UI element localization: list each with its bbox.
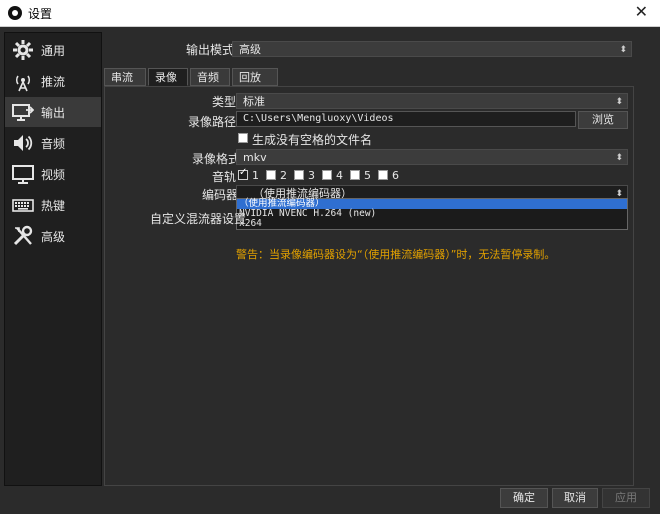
no-space-filename-label: 生成没有空格的文件名	[252, 133, 373, 147]
sidebar-item-label: 音频	[41, 136, 66, 151]
sidebar-item-label: 推流	[41, 74, 66, 89]
close-button[interactable]: ✕	[635, 2, 648, 22]
sidebar-item-label: 通用	[41, 43, 66, 58]
tools-icon	[11, 224, 35, 248]
sidebar-item-label: 输出	[41, 105, 66, 120]
sidebar-item-audio[interactable]: 音频	[5, 128, 101, 158]
track-6-checkbox[interactable]	[378, 170, 388, 180]
window-title: 设置	[28, 7, 53, 21]
type-select[interactable]: 标准 ⬍	[236, 93, 628, 109]
track-1-checkbox[interactable]	[238, 167, 248, 180]
encoder-label: 编码器	[202, 188, 239, 202]
tab-replay-buffer[interactable]: 回放缓存	[232, 68, 278, 102]
output-icon	[11, 100, 35, 124]
tab-label: 录像	[155, 71, 177, 84]
obs-logo-icon	[8, 6, 22, 20]
recording-format-label: 录像格式	[192, 152, 241, 166]
tab-label: 音频	[197, 71, 219, 84]
gear-icon	[11, 38, 35, 62]
track-5-label: 5	[364, 169, 371, 182]
track-6-label: 6	[392, 169, 399, 182]
sidebar-item-output[interactable]: 输出	[5, 97, 101, 127]
sidebar-item-label: 视频	[41, 167, 66, 182]
no-space-filename-checkbox[interactable]	[238, 133, 248, 143]
speaker-icon	[11, 131, 35, 155]
track-5-checkbox[interactable]	[350, 170, 360, 180]
browse-button[interactable]: 浏览	[578, 111, 628, 129]
cancel-button[interactable]: 取消	[552, 488, 598, 508]
ok-button[interactable]: 确定	[500, 488, 548, 508]
audio-track-label: 音轨	[212, 170, 237, 184]
track-2-checkbox[interactable]	[266, 170, 276, 180]
track-4-checkbox[interactable]	[322, 170, 332, 180]
track-3-label: 3	[308, 169, 315, 182]
tab-audio[interactable]: 音频	[190, 68, 230, 86]
sidebar-item-video[interactable]: 视频	[5, 159, 101, 189]
updown-arrow-icon: ⬍	[619, 45, 627, 55]
type-value: 标准	[243, 95, 265, 108]
recording-path-input[interactable]: C:\Users\Mengluoxy\Videos	[236, 111, 576, 127]
keyboard-icon	[11, 193, 35, 217]
title-bar: 设置 ✕	[0, 0, 660, 27]
tab-label: 串流	[111, 71, 133, 84]
track-2-label: 2	[280, 169, 287, 182]
sidebar-item-stream[interactable]: 推流	[5, 66, 101, 96]
recording-path-label: 录像路径	[188, 115, 237, 129]
sidebar-item-label: 高级	[41, 229, 66, 244]
custom-muxer-label: 自定义混流器设置	[150, 212, 247, 226]
updown-arrow-icon: ⬍	[615, 153, 623, 163]
recording-format-value: mkv	[243, 151, 267, 164]
broadcast-icon	[11, 69, 35, 93]
sidebar-item-hotkeys[interactable]: 热键	[5, 190, 101, 220]
sidebar-item-general[interactable]: 通用	[5, 35, 101, 65]
pause-warning: 警告：当录像编码器设为“（使用推流编码器）”时，无法暂停录制。	[236, 248, 556, 261]
encoder-option[interactable]: NVIDIA NVENC H.264 (new)	[237, 209, 627, 219]
tab-streaming[interactable]: 串流	[104, 68, 146, 86]
updown-arrow-icon: ⬍	[615, 97, 623, 107]
output-mode-select[interactable]: 高级 ⬍	[232, 41, 632, 57]
output-mode-value: 高级	[239, 43, 261, 56]
apply-button[interactable]: 应用	[602, 488, 650, 508]
settings-sidebar: 通用 推流 输出 音频 视频 热键 高级	[4, 32, 102, 486]
monitor-icon	[11, 162, 35, 186]
sidebar-item-label: 热键	[41, 198, 66, 213]
encoder-option[interactable]: x264	[237, 219, 627, 229]
tab-recording[interactable]: 录像	[148, 68, 188, 86]
track-4-label: 4	[336, 169, 343, 182]
sidebar-item-advanced[interactable]: 高级	[5, 221, 101, 251]
encoder-dropdown-list: （使用推流编码器） NVIDIA NVENC H.264 (new) x264	[236, 198, 628, 230]
track-1-label: 1	[252, 169, 259, 182]
output-mode-label: 输出模式	[186, 43, 235, 57]
track-3-checkbox[interactable]	[294, 170, 304, 180]
type-label: 类型	[212, 95, 237, 109]
recording-format-select[interactable]: mkv ⬍	[236, 149, 628, 165]
